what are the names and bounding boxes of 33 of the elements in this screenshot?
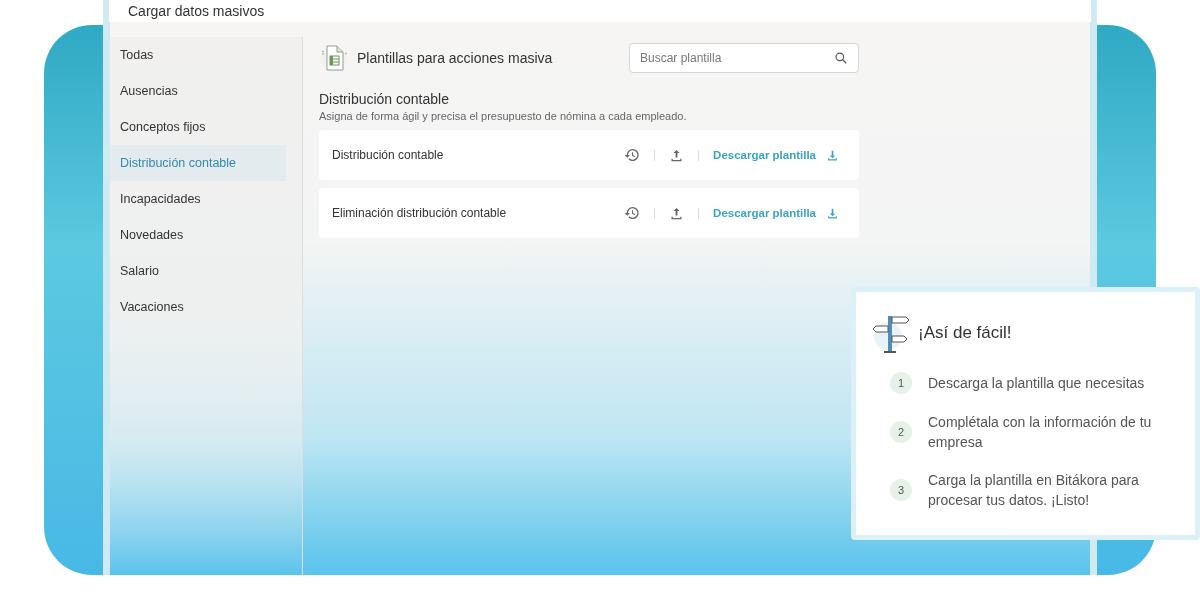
- upload-icon: [669, 147, 685, 163]
- step-number: 2: [890, 421, 912, 443]
- search-field[interactable]: Buscar plantilla: [629, 43, 859, 73]
- sidebar-item[interactable]: Conceptos fijos: [110, 109, 286, 145]
- history-button[interactable]: [624, 205, 641, 221]
- step-text: Carga la plantilla en Bitákora para procesar tus datos. ¡Listo!: [928, 471, 1140, 510]
- download-icon: [826, 206, 839, 220]
- template-name: Eliminación distribución contable: [332, 206, 508, 220]
- sidebar-item[interactable]: Salario: [110, 253, 286, 289]
- help-title: ¡Así de fácil!: [918, 323, 1012, 343]
- sidebar-item[interactable]: Todas: [110, 37, 286, 73]
- download-icon: [826, 148, 839, 162]
- history-button[interactable]: [624, 147, 641, 163]
- history-icon: [624, 205, 641, 221]
- sidebar-item[interactable]: Incapacidades: [110, 181, 286, 217]
- upload-button[interactable]: [669, 205, 685, 221]
- template-name: Distribución contable: [332, 148, 445, 162]
- upload-icon: [669, 205, 685, 221]
- history-icon: [624, 147, 641, 163]
- step-text: Descarga la plantilla que necesitas: [928, 374, 1146, 393]
- spreadsheet-file-icon: [319, 43, 349, 73]
- sidebar-item[interactable]: Novedades: [110, 217, 286, 253]
- step-number: 1: [890, 372, 912, 394]
- page-heading: Plantillas para acciones masiva: [357, 50, 553, 66]
- step-number: 3: [890, 479, 912, 501]
- upload-button[interactable]: [669, 147, 685, 163]
- sidebar-item[interactable]: Vacaciones: [110, 289, 286, 325]
- section-title: Distribución contable: [319, 91, 450, 107]
- search-icon: [834, 51, 848, 65]
- window-title: Cargar datos masivos: [128, 4, 265, 18]
- section-description: Asigna de forma ágil y precisa el presupuesto de nómina a cada empleado.: [319, 110, 688, 122]
- step-text: Complétala con la información de tu empresa: [928, 413, 1153, 452]
- sidebar-item[interactable]: Ausencias: [110, 73, 286, 109]
